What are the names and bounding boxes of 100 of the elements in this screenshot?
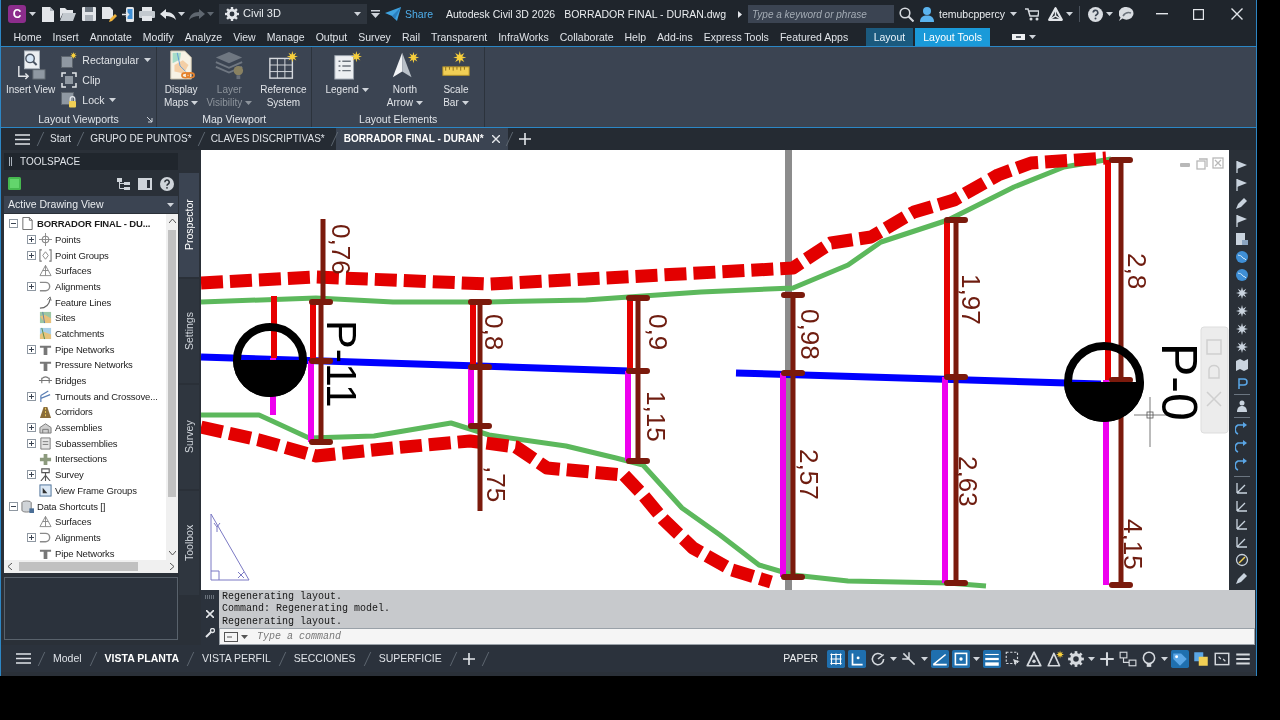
wrench-icon[interactable]: [205, 628, 215, 638]
sheet-tab[interactable]: Model: [43, 652, 92, 665]
lines-icon[interactable]: [983, 649, 1001, 668]
ribbon-button[interactable]: North Arrow: [384, 47, 425, 109]
ribbon-tab[interactable]: Manage: [261, 28, 311, 46]
ribbon-button[interactable]: Clip: [59, 70, 153, 90]
tree-item[interactable]: Pressure Networks: [55, 359, 133, 371]
expand-icon[interactable]: [27, 344, 36, 354]
caret-icon[interactable]: [241, 634, 248, 639]
scroll-down-icon[interactable]: [168, 551, 176, 555]
tree-item[interactable]: Corridors: [55, 406, 93, 418]
file-tab[interactable]: Start: [42, 128, 80, 150]
tree-item[interactable]: Point Groups: [55, 249, 109, 261]
expand-icon[interactable]: [27, 533, 36, 543]
menu-icon[interactable]: [16, 653, 31, 664]
sparkle-icon[interactable]: [1235, 322, 1249, 336]
sheet-tab[interactable]: SUPERFICIE: [368, 652, 452, 665]
plus-icon[interactable]: [1098, 649, 1116, 668]
hierarchy-icon[interactable]: [117, 177, 130, 190]
flag-icon[interactable]: [1235, 178, 1249, 192]
scroll-right-icon[interactable]: [170, 563, 174, 570]
file-tab[interactable]: CLAVES DISCRIPTIVAS*: [202, 128, 333, 150]
mobile-icon[interactable]: [122, 6, 134, 22]
ribbon-tab[interactable]: Transparent: [425, 28, 493, 46]
triangle-icon[interactable]: [1047, 7, 1063, 21]
grid-icon[interactable]: [827, 649, 845, 668]
undo-icon[interactable]: [160, 8, 176, 20]
collapse-icon[interactable]: [9, 219, 18, 229]
ribbon-tab[interactable]: Layout: [865, 28, 914, 46]
new-file-icon[interactable]: [42, 6, 54, 22]
expand-icon[interactable]: [27, 250, 36, 260]
ribbon-tab[interactable]: Analyze: [179, 28, 228, 46]
tree-item[interactable]: Bridges: [55, 375, 87, 387]
plus-icon[interactable]: [462, 652, 475, 665]
ribbon-tab[interactable]: View: [227, 28, 262, 46]
scrollbar-thumb[interactable]: [19, 562, 138, 571]
tree-item[interactable]: Alignments: [55, 280, 101, 293]
sparkle-icon[interactable]: [1235, 286, 1249, 300]
sheet-tab[interactable]: VISTA PERFIL: [192, 652, 281, 665]
flag-icon[interactable]: [1235, 160, 1249, 174]
tree-item[interactable]: Intersections: [55, 453, 107, 465]
hook-icon[interactable]: [1235, 376, 1249, 390]
share-button[interactable]: Share: [385, 7, 434, 21]
maximize-icon[interactable]: [1193, 8, 1204, 20]
tree-item[interactable]: Surfaces: [55, 265, 92, 277]
ribbon-tab[interactable]: Collaborate: [554, 28, 619, 46]
tree-item[interactable]: BORRADOR FINAL - DU...: [37, 218, 151, 230]
scrollbar-thumb[interactable]: [168, 230, 176, 497]
tree-item[interactable]: Surfaces: [55, 516, 92, 528]
prompt-icon[interactable]: [224, 631, 238, 642]
expand-icon[interactable]: [27, 423, 36, 433]
expand-icon[interactable]: [27, 235, 36, 245]
ribbon-tab[interactable]: Modify: [137, 28, 180, 46]
ribbon-tab[interactable]: Output: [310, 28, 353, 46]
bulb-icon[interactable]: [1140, 649, 1158, 668]
side-tab[interactable]: Settings: [179, 279, 199, 383]
dashed-square-icon[interactable]: [1004, 649, 1022, 668]
search-icon[interactable]: [899, 6, 914, 22]
ribbon-button[interactable]: Display Maps: [161, 47, 201, 109]
caret-icon[interactable]: [1065, 12, 1073, 16]
expand-icon[interactable]: [27, 282, 36, 292]
sheet-icon[interactable]: [1235, 232, 1249, 246]
caret-icon[interactable]: [29, 12, 36, 16]
triangle-icon[interactable]: [1046, 649, 1064, 668]
expand-icon[interactable]: [738, 10, 742, 18]
user-menu-button[interactable]: temubcppercy: [920, 6, 1017, 22]
cart-icon[interactable]: [1024, 7, 1039, 21]
triangle-icon[interactable]: [1025, 649, 1043, 668]
tree-item[interactable]: Pipe Networks: [55, 547, 115, 559]
expand-icon[interactable]: [27, 470, 36, 480]
slanted-lines-icon[interactable]: [900, 649, 918, 668]
tree-item[interactable]: Assemblies: [55, 422, 103, 434]
globe-icon[interactable]: [1235, 268, 1249, 282]
workspace-dropdown[interactable]: Civil 3D: [219, 4, 367, 24]
sparkle-icon[interactable]: [1235, 340, 1249, 354]
caret-icon[interactable]: [973, 656, 980, 661]
search-field[interactable]: Type a keyword or phrase: [748, 5, 894, 23]
person-icon[interactable]: [1235, 399, 1249, 413]
caret-icon[interactable]: [890, 656, 897, 661]
grip-icon[interactable]: [9, 157, 12, 166]
angle-icon[interactable]: [1235, 517, 1249, 531]
tree-item[interactable]: Survey: [55, 469, 84, 481]
paper-space-button[interactable]: PAPER: [779, 652, 822, 665]
ribbon-tab[interactable]: Express Tools: [698, 28, 775, 46]
curve-arrow-icon[interactable]: [1235, 440, 1249, 454]
circle-icon[interactable]: [1235, 553, 1249, 567]
curve-arrow-icon[interactable]: [1235, 458, 1249, 472]
square-icon[interactable]: [952, 649, 970, 668]
ribbon-button[interactable]: Rectangular: [59, 50, 153, 70]
globe-icon[interactable]: [1235, 250, 1249, 264]
launcher-icon[interactable]: [145, 115, 153, 123]
ribbon-tab[interactable]: Insert: [47, 28, 85, 46]
caret-icon[interactable]: [921, 656, 928, 661]
tag-icon[interactable]: [1171, 649, 1189, 668]
squares-icon[interactable]: [1192, 649, 1210, 668]
tree-item[interactable]: Pipe Networks: [55, 343, 115, 356]
tree-item[interactable]: Turnouts and Crossove...: [55, 390, 158, 403]
help-icon[interactable]: [160, 176, 174, 191]
ribbon-tab[interactable]: Add-ins: [651, 28, 699, 46]
grip-icon[interactable]: [205, 595, 215, 599]
